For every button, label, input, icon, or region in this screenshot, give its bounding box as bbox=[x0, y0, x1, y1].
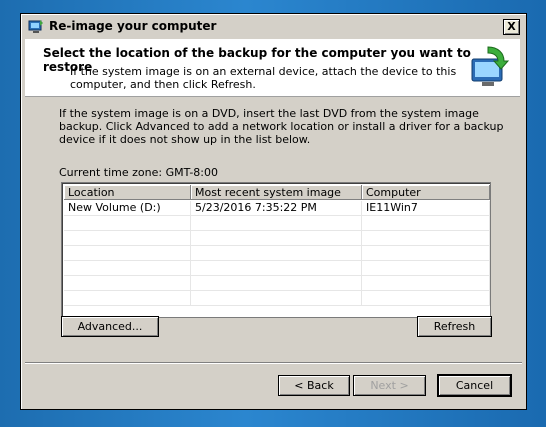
back-button[interactable]: < Back bbox=[278, 375, 350, 396]
cell-computer bbox=[362, 291, 490, 305]
next-button[interactable]: Next > bbox=[353, 375, 426, 396]
cell-location bbox=[64, 246, 191, 260]
page-description: If the system image is on an external de… bbox=[70, 65, 457, 91]
cell-location bbox=[64, 276, 191, 290]
cell-location bbox=[64, 216, 191, 230]
column-location[interactable]: Location bbox=[64, 185, 191, 200]
cell-computer bbox=[362, 261, 490, 275]
cell-date: 5/23/2016 7:35:22 PM bbox=[191, 201, 362, 215]
divider bbox=[25, 362, 522, 364]
table-row[interactable] bbox=[64, 291, 490, 306]
cell-date bbox=[191, 231, 362, 245]
column-computer[interactable]: Computer bbox=[362, 185, 490, 200]
cell-computer bbox=[362, 231, 490, 245]
cell-location bbox=[64, 261, 191, 275]
system-restore-icon bbox=[28, 20, 43, 33]
cell-date bbox=[191, 261, 362, 275]
cell-date bbox=[191, 216, 362, 230]
cell-location: New Volume (D:) bbox=[64, 201, 191, 215]
list-header: Location Most recent system image Comput… bbox=[64, 185, 490, 200]
list-rows: New Volume (D:) 5/23/2016 7:35:22 PM IE1… bbox=[64, 201, 490, 306]
table-row[interactable] bbox=[64, 261, 490, 276]
advanced-button[interactable]: Advanced... bbox=[61, 316, 159, 337]
refresh-button[interactable]: Refresh bbox=[417, 316, 492, 337]
cell-computer bbox=[362, 216, 490, 230]
table-row[interactable] bbox=[64, 231, 490, 246]
cell-computer: IE11Win7 bbox=[362, 201, 490, 215]
header-panel: Select the location of the backup for th… bbox=[25, 39, 520, 97]
title-bar[interactable]: Re-image your computer X bbox=[23, 16, 524, 39]
cell-computer bbox=[362, 276, 490, 290]
instructions-text: If the system image is on a DVD, insert … bbox=[59, 107, 504, 146]
cell-location bbox=[64, 231, 191, 245]
close-button[interactable]: X bbox=[503, 19, 520, 35]
column-recent-image[interactable]: Most recent system image bbox=[191, 185, 362, 200]
cell-location bbox=[64, 291, 191, 305]
cancel-button[interactable]: Cancel bbox=[438, 375, 511, 396]
backup-restore-icon bbox=[471, 46, 510, 86]
table-row[interactable] bbox=[64, 216, 490, 231]
cell-computer bbox=[362, 246, 490, 260]
timezone-label: Current time zone: GMT-8:00 bbox=[59, 166, 219, 179]
window-title: Re-image your computer bbox=[49, 19, 217, 33]
cell-date bbox=[191, 276, 362, 290]
table-row[interactable] bbox=[64, 246, 490, 261]
backup-list[interactable]: Location Most recent system image Comput… bbox=[61, 182, 491, 318]
reimage-dialog: Re-image your computer X Select the loca… bbox=[20, 13, 527, 410]
table-row[interactable]: New Volume (D:) 5/23/2016 7:35:22 PM IE1… bbox=[64, 201, 490, 216]
cell-date bbox=[191, 291, 362, 305]
table-row[interactable] bbox=[64, 276, 490, 291]
cell-date bbox=[191, 246, 362, 260]
